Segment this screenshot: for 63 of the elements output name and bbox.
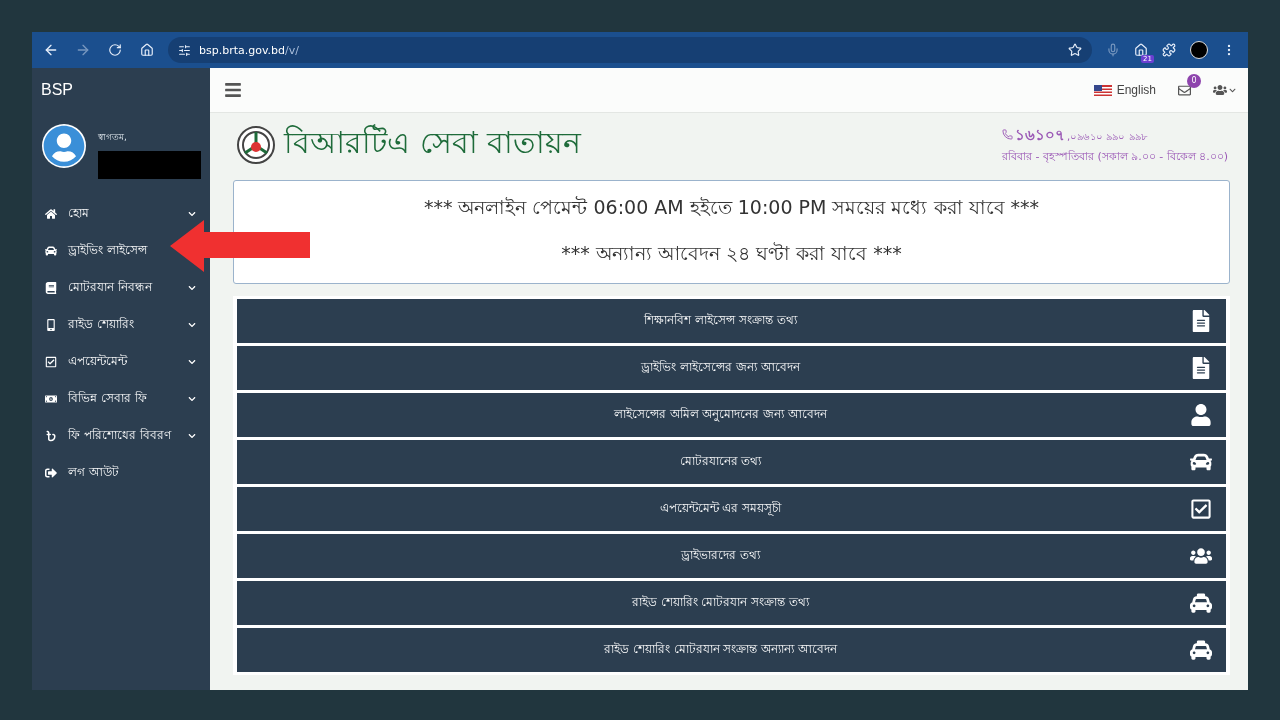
- caret-icon: [188, 320, 196, 329]
- caret-icon: [1229, 86, 1236, 94]
- caret-icon: [188, 357, 196, 366]
- office-hours: রবিবার - বৃহস্পতিবার (সকাল ৯.০০ - বিকেল ৪.০০): [1002, 148, 1228, 165]
- mail-count-badge: 0: [1187, 73, 1201, 88]
- taxi-icon: [1190, 592, 1212, 614]
- mobile-phone-icon: [44, 318, 58, 331]
- car-icon: [44, 244, 58, 257]
- service-link[interactable]: শিক্ষানবিশ লাইসেন্স সংক্রান্ত তথ্য: [237, 299, 1226, 343]
- taxi-icon: [1190, 639, 1212, 661]
- flag-icon: [1093, 84, 1112, 96]
- url-path: /v/: [285, 43, 299, 57]
- sidebar-item[interactable]: মোটরযান নিবন্ধন: [32, 269, 210, 306]
- address-bar[interactable]: bsp.brta.gov.bd/v/: [168, 37, 1092, 63]
- profile-avatar[interactable]: [1190, 41, 1208, 59]
- logo-icon: [236, 124, 276, 165]
- hotline-number: ১৬১০৭: [1015, 124, 1065, 146]
- mail-icon[interactable]: [1178, 83, 1191, 97]
- document-icon: [1190, 357, 1212, 379]
- sidebar-item[interactable]: এপয়েন্টমেন্ট: [32, 343, 210, 380]
- service-link[interactable]: এপয়েন্টমেন্ট এর সময়সূচী: [237, 487, 1226, 531]
- sidebar-item[interactable]: রাইড শেয়ারিং: [32, 306, 210, 343]
- phone-numbers: ,০৯৬১০ ৯৯০ ৯৯৮: [1067, 129, 1147, 144]
- banknote-icon: [44, 392, 58, 405]
- book-icon: [44, 281, 58, 294]
- service-link[interactable]: রাইড শেয়ারিং মোটরযান সংক্রান্ত অন্যান্য আবেদন: [237, 628, 1226, 672]
- checkbox-icon: [44, 355, 58, 368]
- taka-icon: [44, 429, 58, 442]
- document-icon: [1190, 310, 1212, 332]
- users-icon: [1190, 545, 1212, 567]
- extension-icon[interactable]: [1134, 43, 1148, 57]
- bookmark-star-icon[interactable]: [1068, 43, 1082, 57]
- sign-out-icon: [44, 466, 58, 479]
- checkbox-icon: [1190, 498, 1212, 520]
- notice-text: *** অন্যান্য আবেদন ২৪ ঘণ্টা করা যাবে ***: [561, 241, 902, 266]
- phone-icon: [1002, 128, 1013, 140]
- language-selector[interactable]: English: [1093, 83, 1156, 97]
- caret-icon: [188, 431, 196, 440]
- notice-text: *** অনলাইন পেমেন্ট 06:00 AM হইতে 10:00 PM সময়ের মধ্যে করা যাবে ***: [423, 195, 1040, 220]
- url-host: bsp.brta.gov.bd: [199, 43, 286, 57]
- sidebar-item[interactable]: ফি পরিশোধের বিবরণ: [32, 417, 210, 454]
- sidebar-item[interactable]: লগ আউট: [32, 454, 133, 491]
- service-link[interactable]: ড্রাইভিং লাইসেন্সের জন্য আবেদন: [237, 346, 1226, 390]
- users-icon: [1213, 83, 1227, 97]
- sidebar-item[interactable]: বিভিন্ন সেবার ফি: [32, 380, 210, 417]
- greeting-text: স্বাগতম,: [98, 131, 128, 144]
- caret-icon: [188, 209, 196, 218]
- brand-text[interactable]: BSP: [32, 68, 210, 112]
- sidebar-item[interactable]: হোম: [32, 195, 210, 232]
- user-menu[interactable]: [1213, 83, 1236, 97]
- caret-icon: [188, 394, 196, 403]
- service-link[interactable]: ড্রাইভারদের তথ্য: [237, 534, 1226, 578]
- home-icon: [44, 207, 58, 220]
- site-settings-icon[interactable]: [178, 43, 191, 57]
- service-link[interactable]: মোটরযানের তথ্য: [237, 440, 1226, 484]
- avatar-icon: [42, 124, 86, 168]
- sidebar-item[interactable]: ড্রাইভিং লাইসেন্স: [32, 232, 161, 269]
- service-link[interactable]: লাইসেন্সের অমিল অনুমোদনের জন্য আবেদন: [237, 393, 1226, 437]
- caret-icon: [188, 283, 196, 292]
- car-icon: [1190, 451, 1212, 473]
- service-link[interactable]: রাইড শেয়ারিং মোটরযান সংক্রান্ত তথ্য: [237, 581, 1226, 625]
- user-icon: [1190, 404, 1212, 426]
- page-title: বিআরটিএ সেবা বাতায়ন: [284, 123, 582, 162]
